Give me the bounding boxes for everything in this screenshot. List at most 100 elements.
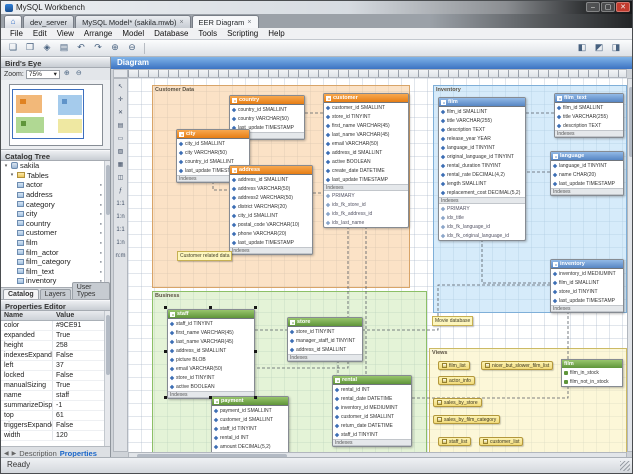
routine-item[interactable]: film_in_stock [562, 368, 622, 377]
selection-handle[interactable] [164, 306, 167, 309]
indexes-section[interactable]: Indexes [439, 197, 525, 204]
note-movie-database[interactable]: Movie database [432, 316, 473, 326]
home-tab[interactable]: ⌂ [4, 15, 22, 28]
property-row[interactable]: summarizeDisplay -1 [1, 401, 110, 411]
property-row[interactable]: width 120 [1, 431, 110, 441]
selection-handle[interactable] [254, 396, 257, 399]
indexes-section[interactable]: Indexes [288, 354, 362, 361]
view-tool[interactable]: ◫ [114, 171, 127, 184]
resize-grip[interactable] [620, 461, 630, 471]
menu-tools[interactable]: Tools [193, 29, 222, 38]
property-value[interactable]: False [53, 371, 110, 380]
catalog-table-item[interactable]: film [1, 238, 110, 248]
rel-1-1-non-identifying-tool[interactable]: 1:1 [114, 197, 127, 210]
minimize-button[interactable]: – [586, 2, 600, 12]
tab-layers[interactable]: Layers [40, 289, 71, 299]
tab-dev-server[interactable]: dev_server [23, 15, 74, 28]
property-value[interactable]: -1 [53, 401, 110, 410]
property-value[interactable]: False [53, 421, 110, 430]
selection-handle[interactable] [254, 350, 257, 353]
new-model-button[interactable]: ❏ [5, 41, 21, 55]
selection-handle[interactable] [164, 350, 167, 353]
menu-edit[interactable]: Edit [28, 29, 52, 38]
maximize-button[interactable]: ▢ [601, 2, 615, 12]
selection-handle[interactable] [209, 396, 212, 399]
property-row[interactable]: height 258 [1, 341, 110, 351]
birdseye-minimap[interactable] [9, 84, 103, 146]
toggle-secondary-sidebar-button[interactable]: ◨ [608, 41, 624, 55]
rel-1-1-identifying-tool[interactable]: 1:1 [114, 223, 127, 236]
properties-scrollbar[interactable] [104, 311, 110, 446]
property-value[interactable]: False [53, 351, 110, 360]
property-row[interactable]: manualSizing True [1, 381, 110, 391]
note-customer-related-data[interactable]: Customer related data [177, 251, 232, 261]
property-value[interactable]: #9CE91 [53, 321, 110, 330]
hand-tool[interactable]: ✛ [114, 93, 127, 106]
tab-scroll-right-icon[interactable]: ▶ [12, 450, 17, 457]
table-tool[interactable]: ▦ [114, 158, 127, 171]
view-nicer-but-slower-film-list[interactable]: nicer_but_slower_film_list [481, 361, 553, 370]
selection-handle[interactable] [164, 396, 167, 399]
menu-model[interactable]: Model [117, 29, 149, 38]
routine-group-film[interactable]: film film_in_stockfilm_not_in_stock [561, 359, 623, 387]
rel-n-m-tool[interactable]: n:m [114, 249, 127, 262]
properties-panel-header[interactable]: Properties Editor [1, 300, 110, 311]
diagram-table-film[interactable]: film film_id SMALLINTtitle VARCHAR(255)d… [438, 97, 526, 241]
menu-help[interactable]: Help [263, 29, 289, 38]
indexes-section[interactable]: Indexes [230, 247, 312, 254]
catalog-panel-header[interactable]: Catalog Tree [1, 150, 110, 161]
undo-button[interactable]: ↶ [73, 41, 89, 55]
property-value[interactable]: 258 [53, 341, 110, 350]
menu-arrange[interactable]: Arrange [79, 29, 117, 38]
property-row[interactable]: triggersExpanded False [1, 421, 110, 431]
property-row[interactable]: locked False [1, 371, 110, 381]
menu-file[interactable]: File [5, 29, 28, 38]
minimap-viewport[interactable] [12, 89, 84, 139]
routine-group-tool[interactable]: ƒ [114, 184, 127, 197]
view-sales-by-store[interactable]: sales_by_store [433, 398, 482, 407]
redo-button[interactable]: ↷ [90, 41, 106, 55]
diagram-table-inventory[interactable]: inventory inventory_id MEDIUMINTfilm_id … [550, 259, 624, 313]
indexes-section[interactable]: Indexes [324, 184, 408, 191]
pointer-tool[interactable]: ↖ [114, 80, 127, 93]
close-button[interactable]: ✕ [616, 2, 630, 12]
property-value[interactable]: 37 [53, 361, 110, 370]
tab-user-types[interactable]: User Types [72, 282, 110, 299]
tree-node-tables[interactable]: ▾ Tables [1, 171, 110, 181]
tree-node-schema[interactable]: ▾ sakila [1, 161, 110, 171]
property-row[interactable]: color #9CE91 [1, 321, 110, 331]
catalog-table-item[interactable]: actor [1, 180, 110, 190]
property-row[interactable]: left 37 [1, 361, 110, 371]
property-value[interactable]: staff [53, 391, 110, 400]
menu-view[interactable]: View [52, 29, 79, 38]
catalog-table-item[interactable]: film_actor [1, 247, 110, 257]
tab-close-icon[interactable]: × [179, 19, 183, 26]
selection-handle[interactable] [254, 306, 257, 309]
zoom-out-icon[interactable]: ⊖ [74, 69, 84, 79]
delete-tool[interactable]: ✕ [114, 106, 127, 119]
property-value[interactable]: True [53, 381, 110, 390]
toggle-sidebar-button[interactable]: ◧ [574, 41, 590, 55]
birdseye-panel-header[interactable]: Bird's Eye [1, 57, 110, 68]
indexes-section[interactable]: Indexes [555, 130, 623, 137]
catalog-table-item[interactable]: address [1, 190, 110, 200]
image-tool[interactable]: ▧ [114, 145, 127, 158]
property-row[interactable]: expanded True [1, 331, 110, 341]
diagram-table-store[interactable]: store store_id TINYINTmanager_staff_id T… [287, 317, 363, 362]
property-value[interactable]: True [53, 331, 110, 340]
expand-arrow-icon[interactable]: ▾ [3, 163, 9, 169]
vertical-scrollbar[interactable] [627, 78, 633, 452]
view-staff-list[interactable]: staff_list [438, 437, 471, 446]
view-customer-list[interactable]: customer_list [479, 437, 523, 446]
diagram-table-customer[interactable]: customer customer_id SMALLINTstore_id TI… [323, 93, 409, 228]
diagram-table-rental[interactable]: rental rental_id INTrental_date DATETIME… [332, 375, 412, 447]
property-value[interactable]: 120 [53, 431, 110, 440]
tab-mysql-model[interactable]: MySQL Model* (sakila.mwb) × [75, 15, 190, 28]
property-value[interactable]: 61 [53, 411, 110, 420]
tab-eer-diagram[interactable]: EER Diagram × [192, 15, 259, 28]
view-sales-by-film-category[interactable]: sales_by_film_category [433, 415, 500, 424]
catalog-table-item[interactable]: customer [1, 228, 110, 238]
rel-1-n-non-identifying-tool[interactable]: 1:n [114, 210, 127, 223]
property-row[interactable]: name staff [1, 391, 110, 401]
selection-handle[interactable] [209, 306, 212, 309]
